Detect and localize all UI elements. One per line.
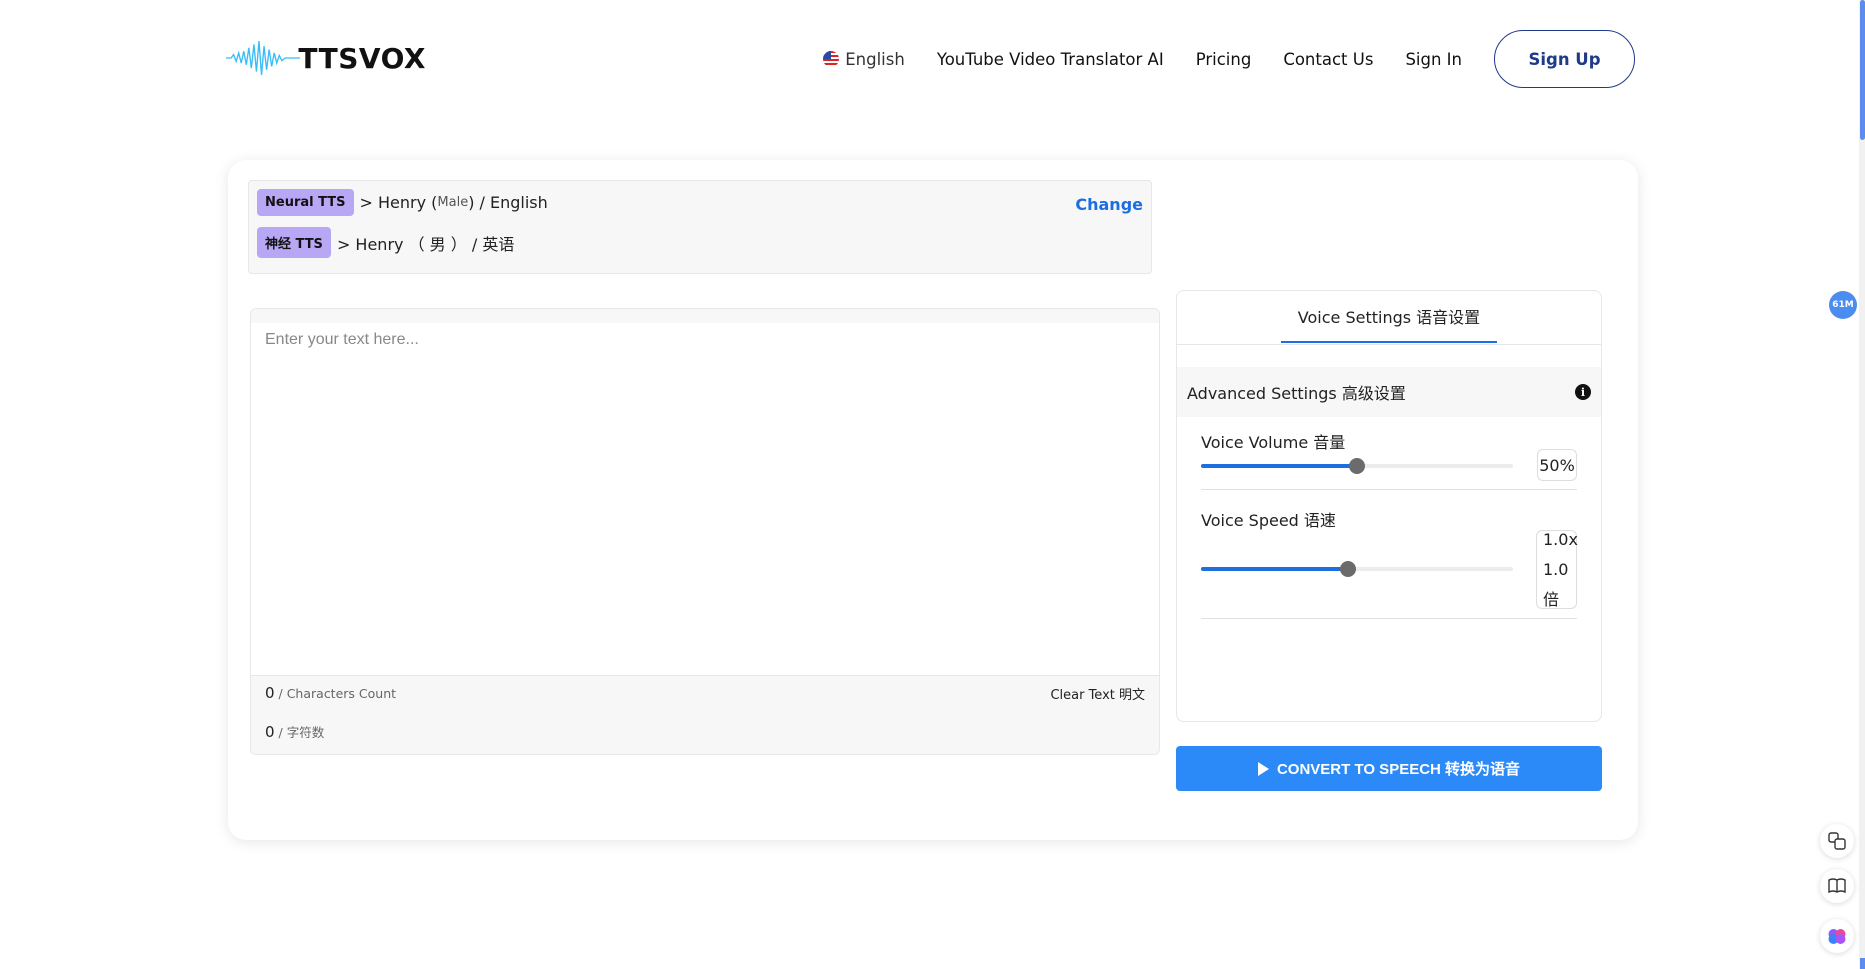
character-count-label: / Characters Count <box>274 686 397 701</box>
advanced-settings-header[interactable]: Advanced Settings 高级设置 i <box>1177 367 1601 417</box>
speed-slider[interactable] <box>1201 561 1513 577</box>
language-label: English <box>845 49 905 69</box>
speed-slider-handle[interactable] <box>1339 561 1356 577</box>
scrollbar-thumb[interactable] <box>1860 0 1865 140</box>
voice-en-prefix: > Henry ( <box>359 193 438 212</box>
play-icon <box>1257 761 1269 776</box>
us-flag-icon <box>823 51 840 67</box>
voice-line-chinese: 神经 TTS > Henry （ 男 ） / 英语 <box>257 227 514 258</box>
scrollbar-end <box>1860 958 1865 969</box>
voice-line-english: Neural TTS > Henry ( Male ) / English <box>257 189 548 216</box>
settings-tabs: Voice Settings 语音设置 <box>1177 291 1601 345</box>
editor-toolbar <box>251 309 1159 323</box>
clear-text-button[interactable]: Clear Text 明文 <box>1050 684 1145 703</box>
logo[interactable]: TTSVOX <box>226 34 426 82</box>
nav-youtube-translator[interactable]: YouTube Video Translator AI <box>937 50 1164 69</box>
speed-value-line2: 1.0 <box>1543 559 1569 579</box>
text-input[interactable] <box>251 323 1159 675</box>
speed-slider-fill <box>1201 567 1348 571</box>
change-voice-link[interactable]: Change <box>1075 195 1143 214</box>
soundwave-logo-icon <box>226 41 301 75</box>
character-count-en: 0 / Characters Count <box>265 684 396 702</box>
language-selector[interactable]: English <box>823 50 905 69</box>
memory-badge[interactable]: 61M <box>1829 291 1857 319</box>
character-count-label-zh: / 字符数 <box>274 725 325 740</box>
character-count-value: 0 <box>265 684 275 702</box>
nav-pricing[interactable]: Pricing <box>1196 50 1252 69</box>
top-nav: English YouTube Video Translator AI Pric… <box>823 30 1635 88</box>
speed-value-line3: 倍 <box>1543 589 1560 609</box>
voice-selection-bar: Neural TTS > Henry ( Male ) / English 神经… <box>248 180 1152 274</box>
nav-sign-in[interactable]: Sign In <box>1405 50 1462 69</box>
speed-label: Voice Speed 语速 <box>1201 511 1336 530</box>
nav-contact-us[interactable]: Contact Us <box>1283 50 1373 69</box>
neural-tts-tag: Neural TTS <box>257 189 354 216</box>
volume-slider[interactable] <box>1201 458 1513 474</box>
tts-card: Neural TTS > Henry ( Male ) / English 神经… <box>228 160 1638 840</box>
voice-en-suffix: ) / English <box>468 193 548 212</box>
voice-zh-text: > Henry （ 男 ） / 英语 <box>336 234 515 254</box>
header: TTSVOX English YouTube Video Translator … <box>0 0 1865 118</box>
volume-slider-fill <box>1201 464 1357 468</box>
book-icon[interactable] <box>1820 869 1854 903</box>
page-scrollbar[interactable] <box>1859 0 1865 969</box>
info-icon[interactable]: i <box>1575 384 1591 400</box>
brain-icon[interactable] <box>1820 919 1854 953</box>
speed-divider <box>1201 618 1577 619</box>
speed-value-line1: 1.0x <box>1543 529 1578 549</box>
speed-value[interactable]: 1.0x 1.0 倍 <box>1536 530 1578 609</box>
voice-en-gender: Male <box>437 195 469 210</box>
advanced-settings-label: Advanced Settings 高级设置 <box>1187 384 1406 403</box>
volume-divider <box>1201 489 1577 490</box>
volume-label: Voice Volume 音量 <box>1201 433 1346 452</box>
sign-up-button[interactable]: Sign Up <box>1494 30 1635 88</box>
translate-icon[interactable] <box>1820 824 1854 858</box>
character-count-zh: 0 / 字符数 <box>265 722 324 741</box>
text-editor: 0 / Characters Count 0 / 字符数 Clear Text … <box>250 308 1160 755</box>
character-count-value-zh: 0 <box>265 723 275 741</box>
editor-footer: 0 / Characters Count 0 / 字符数 Clear Text … <box>251 675 1159 754</box>
voice-settings-panel: Voice Settings 语音设置 Advanced Settings 高级… <box>1176 290 1602 722</box>
convert-to-speech-button[interactable]: CONVERT TO SPEECH 转换为语音 <box>1176 746 1602 791</box>
brand-name: TTSVOX <box>298 41 426 75</box>
convert-label: CONVERT TO SPEECH 转换为语音 <box>1276 761 1521 778</box>
volume-slider-handle[interactable] <box>1349 458 1365 474</box>
tab-voice-settings[interactable]: Voice Settings 语音设置 <box>1281 291 1497 343</box>
neural-tts-tag-zh: 神经 TTS <box>257 227 331 258</box>
volume-value[interactable]: 50% <box>1537 449 1577 481</box>
